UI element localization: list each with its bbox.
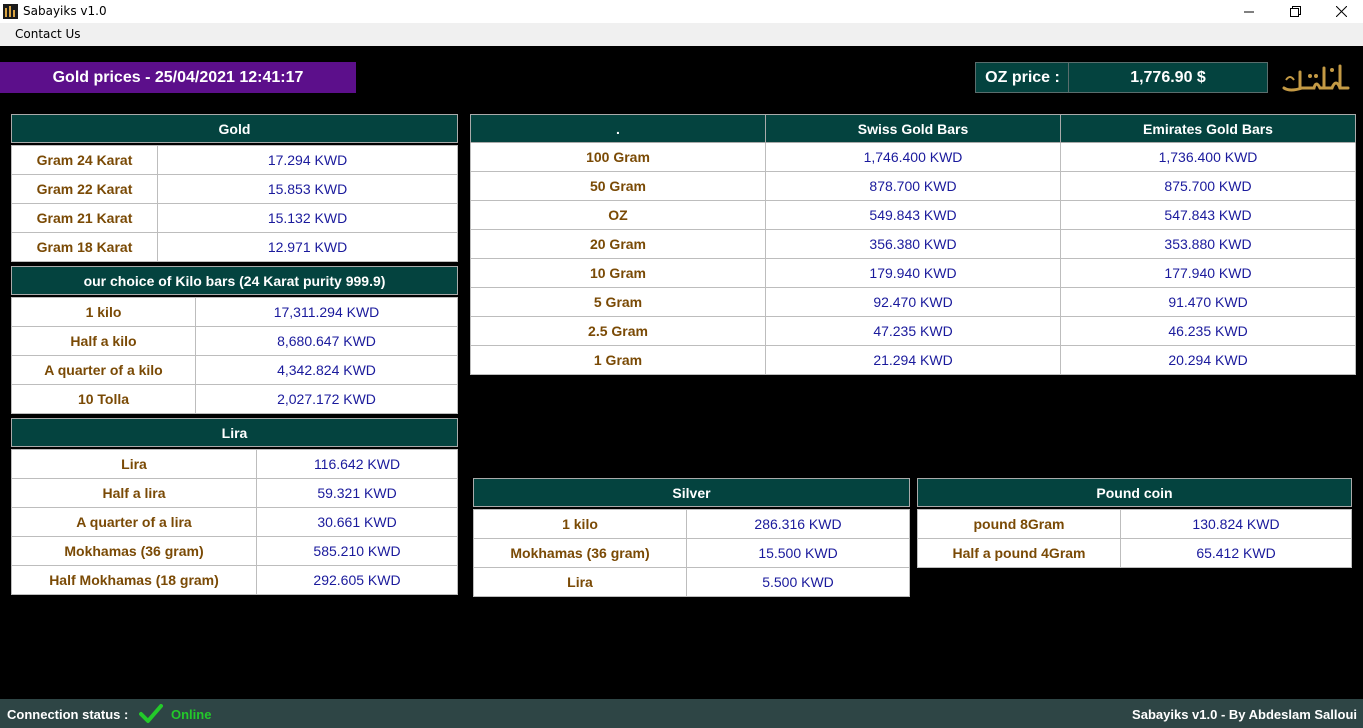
gold-price: 12.971 KWD (157, 232, 458, 262)
bar-weight-label: 50 Gram (470, 171, 766, 201)
close-button[interactable] (1318, 0, 1363, 23)
silver-label: Lira (473, 567, 687, 597)
pound-label: Half a pound 4Gram (917, 538, 1121, 568)
app-icon (3, 4, 18, 19)
bar-weight-label: OZ (470, 200, 766, 230)
kilo-bars-panel: our choice of Kilo bars (24 Karat purity… (11, 266, 458, 414)
pound-coin-panel: Pound coin pound 8Gram 130.824 KWD Half a… (917, 478, 1352, 568)
minimize-icon (1244, 11, 1254, 12)
lira-price: 59.321 KWD (256, 478, 458, 508)
swiss-price: 179.940 KWD (765, 258, 1061, 288)
lira-price: 585.210 KWD (256, 536, 458, 566)
oz-price-value: 1,776.90 $ (1068, 62, 1268, 93)
silver-price: 15.500 KWD (686, 538, 910, 568)
swiss-bars-header: Swiss Gold Bars (765, 114, 1061, 143)
silver-label: Mokhamas (36 gram) (473, 538, 687, 568)
bar-weight-label: 20 Gram (470, 229, 766, 259)
emirates-price: 875.700 KWD (1060, 171, 1356, 201)
pound-price: 130.824 KWD (1120, 509, 1352, 539)
status-bar: Connection status : Online Sabayiks v1.0… (0, 699, 1363, 728)
lira-label: Lira (11, 449, 257, 479)
silver-header: Silver (473, 478, 910, 507)
kilo-price: 8,680.647 KWD (195, 326, 458, 356)
pound-coin-header: Pound coin (917, 478, 1352, 507)
lira-price: 30.661 KWD (256, 507, 458, 537)
window-title: Sabayiks v1.0 (23, 4, 107, 18)
kilo-label: 10 Tolla (11, 384, 196, 414)
gold-label: Gram 24 Karat (11, 145, 158, 175)
bar-weight-label: 2.5 Gram (470, 316, 766, 346)
kilo-price: 17,311.294 KWD (195, 297, 458, 327)
maximize-button[interactable] (1272, 0, 1318, 23)
kilo-price: 4,342.824 KWD (195, 355, 458, 385)
bar-weight-label: 10 Gram (470, 258, 766, 288)
emirates-price: 547.843 KWD (1060, 200, 1356, 230)
gold-bars-panel: . Swiss Gold Bars Emirates Gold Bars 100… (470, 114, 1356, 375)
swiss-price: 356.380 KWD (765, 229, 1061, 259)
emirates-price: 353.880 KWD (1060, 229, 1356, 259)
connection-status-label: Connection status : (7, 707, 129, 722)
swiss-price: 47.235 KWD (765, 316, 1061, 346)
close-icon (1335, 6, 1347, 17)
sabayiks-logo (1282, 64, 1350, 92)
silver-label: 1 kilo (473, 509, 687, 539)
silver-price: 5.500 KWD (686, 567, 910, 597)
kilo-label: Half a kilo (11, 326, 196, 356)
bar-weight-label: 5 Gram (470, 287, 766, 317)
lira-label: Half a lira (11, 478, 257, 508)
gold-label: Gram 18 Karat (11, 232, 158, 262)
emirates-price: 1,736.400 KWD (1060, 142, 1356, 172)
pound-price: 65.412 KWD (1120, 538, 1352, 568)
swiss-price: 878.700 KWD (765, 171, 1061, 201)
silver-price: 286.316 KWD (686, 509, 910, 539)
connection-status-value: Online (171, 707, 212, 722)
swiss-price: 92.470 KWD (765, 287, 1061, 317)
kilo-label: A quarter of a kilo (11, 355, 196, 385)
silver-panel: Silver 1 kilo 286.316 KWD Mokhamas (36 gr… (473, 478, 910, 597)
emirates-price: 91.470 KWD (1060, 287, 1356, 317)
emirates-price: 177.940 KWD (1060, 258, 1356, 288)
minimize-button[interactable] (1226, 0, 1272, 23)
bars-header-blank: . (470, 114, 766, 143)
swiss-price: 1,746.400 KWD (765, 142, 1061, 172)
kilo-bars-header: our choice of Kilo bars (24 Karat purity… (11, 266, 458, 295)
lira-label: Mokhamas (36 gram) (11, 536, 257, 566)
gold-price: 15.132 KWD (157, 203, 458, 233)
lira-panel: Lira Lira 116.642 KWD Half a lira 59.321 K… (11, 418, 458, 595)
pound-label: pound 8Gram (917, 509, 1121, 539)
footer-credit: Sabayiks v1.0 - By Abdeslam Salloui (1132, 707, 1357, 722)
maximize-icon (1289, 6, 1301, 17)
swiss-price: 549.843 KWD (765, 200, 1061, 230)
check-icon (139, 704, 163, 723)
swiss-price: 21.294 KWD (765, 345, 1061, 375)
page-title: Gold prices - 25/04/2021 12:41:17 (0, 62, 356, 93)
menu-bar: Contact Us (0, 23, 1363, 46)
oz-price-label: OZ price : (975, 62, 1070, 93)
emirates-price: 46.235 KWD (1060, 316, 1356, 346)
lira-label: A quarter of a lira (11, 507, 257, 537)
lira-price: 292.605 KWD (256, 565, 458, 595)
gold-price: 15.853 KWD (157, 174, 458, 204)
lira-price: 116.642 KWD (256, 449, 458, 479)
emirates-bars-header: Emirates Gold Bars (1060, 114, 1356, 143)
gold-label: Gram 21 Karat (11, 203, 158, 233)
title-bar: Sabayiks v1.0 (0, 0, 1363, 23)
kilo-price: 2,027.172 KWD (195, 384, 458, 414)
bar-weight-label: 1 Gram (470, 345, 766, 375)
bar-weight-label: 100 Gram (470, 142, 766, 172)
menu-contact-us[interactable]: Contact Us (15, 27, 81, 41)
emirates-price: 20.294 KWD (1060, 345, 1356, 375)
gold-header: Gold (11, 114, 458, 143)
lira-label: Half Mokhamas (18 gram) (11, 565, 257, 595)
gold-price: 17.294 KWD (157, 145, 458, 175)
gold-panel: Gold Gram 24 Karat 17.294 KWD Gram 22 Kar… (11, 114, 458, 262)
gold-label: Gram 22 Karat (11, 174, 158, 204)
lira-header: Lira (11, 418, 458, 447)
kilo-label: 1 kilo (11, 297, 196, 327)
